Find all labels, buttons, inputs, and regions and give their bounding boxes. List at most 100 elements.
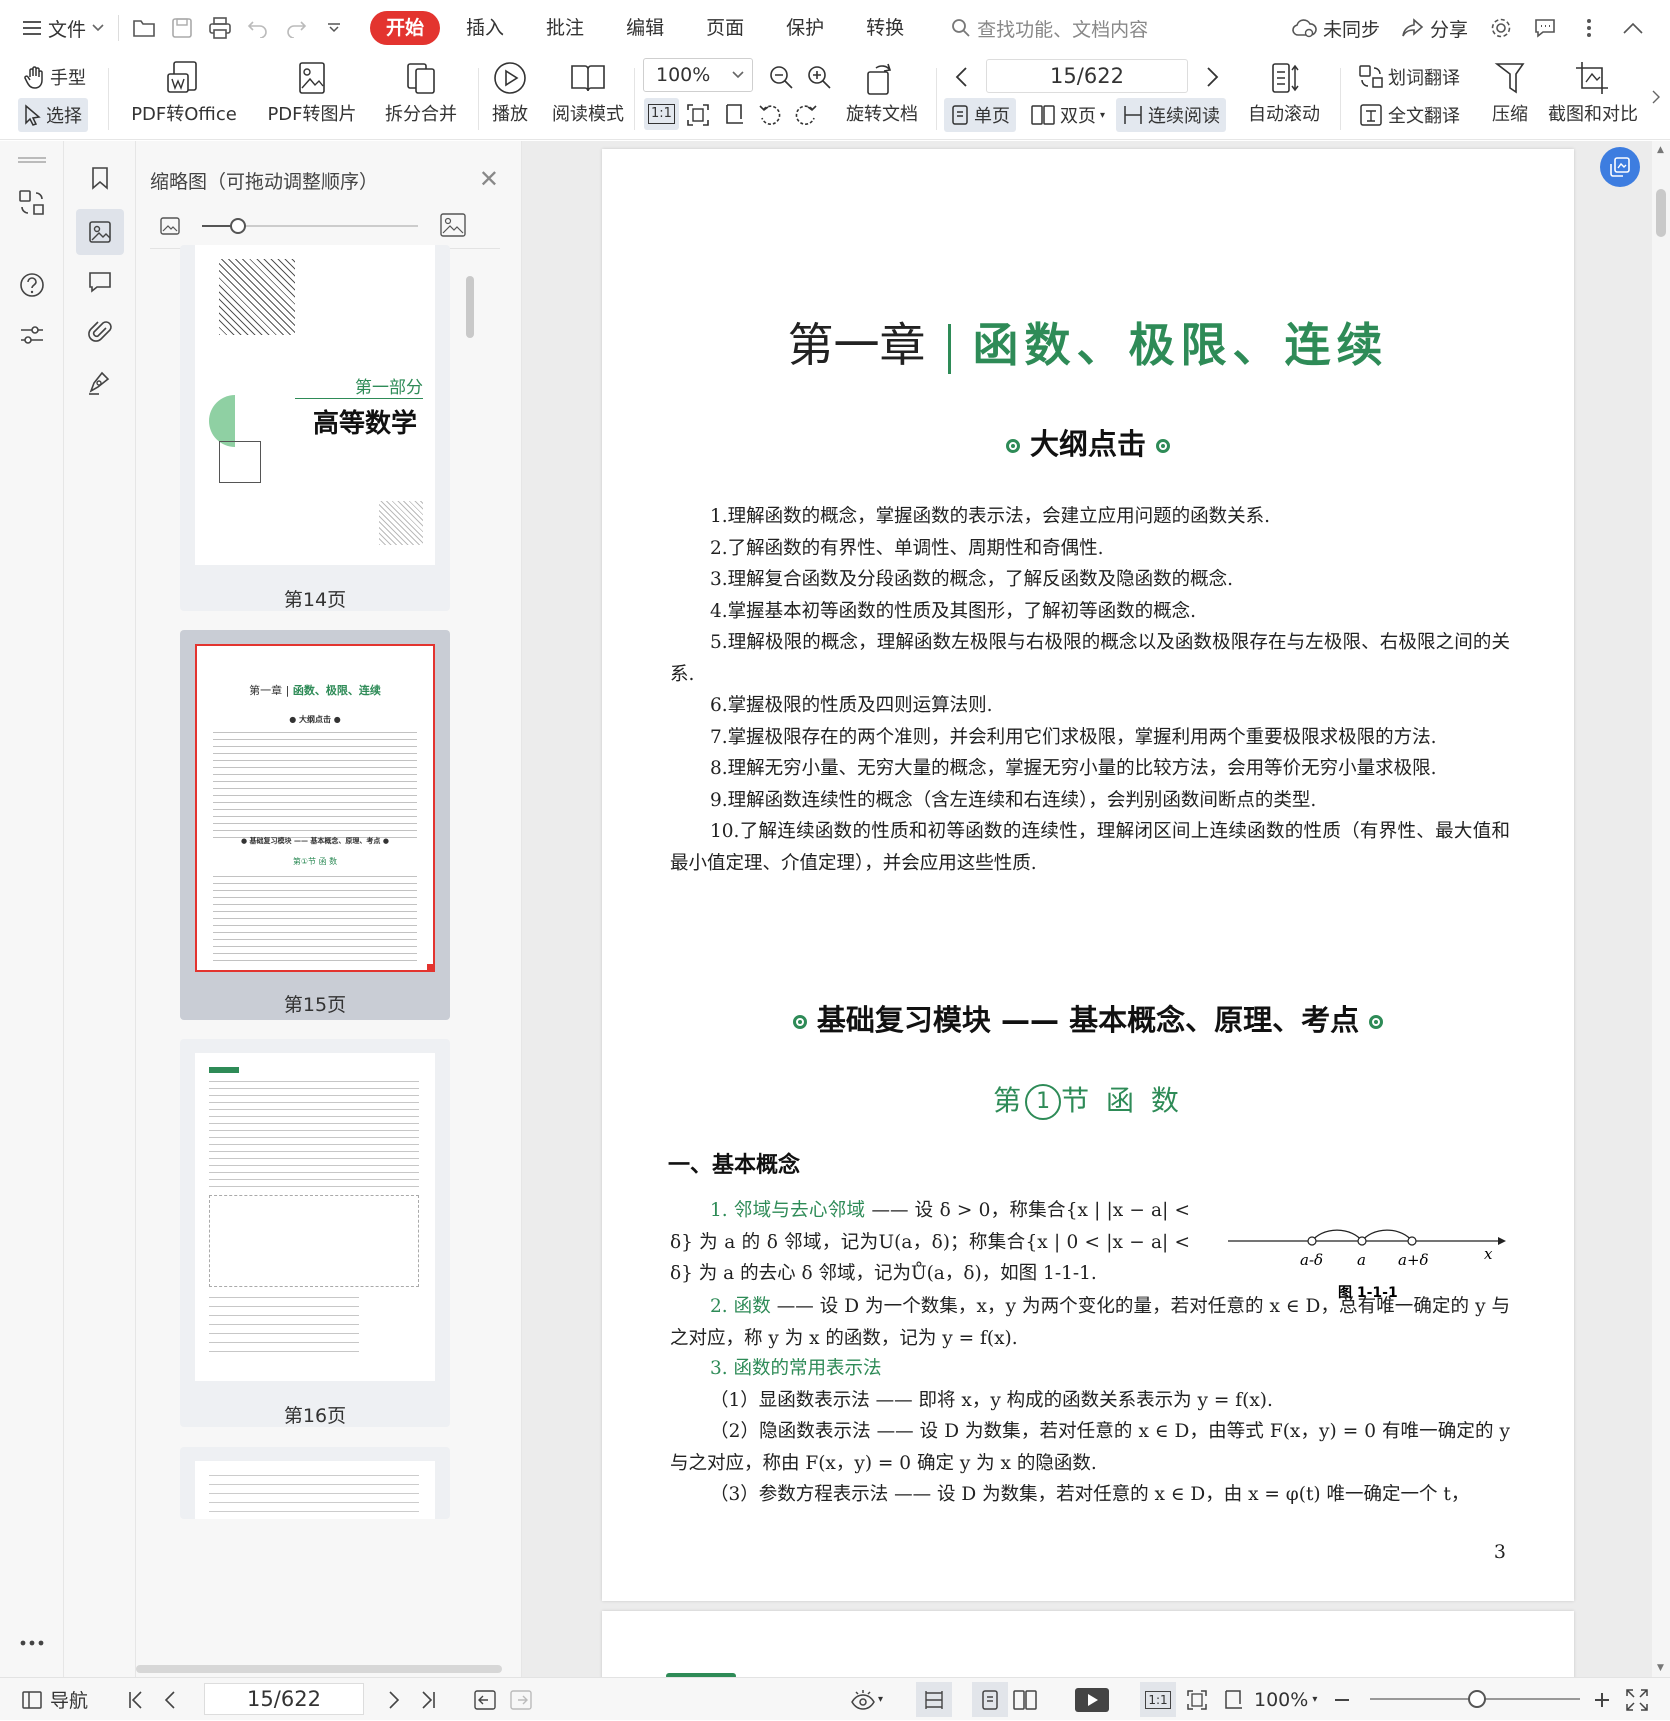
scroll-up-arrow[interactable]: ▲	[1657, 145, 1664, 155]
tab-protect[interactable]: 保护	[770, 11, 840, 45]
thumbnail-icon[interactable]	[76, 209, 124, 255]
tab-page[interactable]: 页面	[690, 11, 760, 45]
tab-start[interactable]: 开始	[370, 11, 441, 45]
full-translate-icon	[1360, 104, 1382, 126]
double-view-button[interactable]	[1012, 1678, 1038, 1721]
large-image-icon[interactable]	[440, 213, 466, 237]
thumbnail-page-17[interactable]	[180, 1447, 450, 1519]
floating-translate-button[interactable]	[1600, 147, 1640, 187]
play-button[interactable]: 播放	[488, 60, 532, 126]
close-icon[interactable]: ✕	[479, 165, 499, 193]
first-page-button[interactable]	[128, 1678, 144, 1721]
annotation-comment-icon[interactable]	[76, 259, 124, 305]
save-icon[interactable]	[163, 8, 201, 48]
rotate-left-button[interactable]	[752, 98, 788, 132]
zoom-select[interactable]: 100%	[643, 58, 753, 92]
select-tool-button[interactable]: 选择	[18, 98, 88, 132]
translate-panel-icon[interactable]	[18, 189, 46, 217]
continuous-read-button[interactable]: 连续阅读	[1116, 98, 1226, 132]
fit-page-button[interactable]	[680, 98, 716, 132]
zoom-select[interactable]: 100% ▾	[1254, 1678, 1317, 1721]
scroll-thumb[interactable]	[1656, 189, 1666, 237]
eye-protection-button[interactable]: ▾	[850, 1678, 883, 1721]
thumbnail-page-15[interactable]: 第一章 | 函数、极限、连续 ● 大纲点击 ● ● 基础复习模块 —— 基本概念…	[180, 630, 450, 1020]
page-number-input[interactable]: 15/622	[204, 1683, 364, 1715]
fit-width-button[interactable]	[716, 98, 752, 132]
slider-handle[interactable]	[230, 218, 246, 234]
zoom-slider-handle[interactable]	[1468, 1690, 1486, 1708]
small-image-icon[interactable]	[160, 217, 180, 235]
more-horizontal-icon[interactable]	[18, 1639, 46, 1647]
scroll-down-arrow[interactable]: ▼	[1657, 1663, 1664, 1673]
navigation-toggle[interactable]: 导航	[22, 1678, 88, 1721]
back-button[interactable]	[474, 1678, 496, 1721]
rotate-right-button[interactable]	[788, 98, 824, 132]
more-vertical-icon[interactable]	[1570, 8, 1608, 48]
open-folder-icon[interactable]	[125, 8, 163, 48]
thumbnail-size-slider[interactable]	[202, 218, 418, 234]
settings-gear-icon[interactable]	[1482, 8, 1520, 48]
mini-dashed-box	[209, 1195, 419, 1287]
quick-access-dropdown-icon[interactable]	[315, 8, 353, 48]
next-page-button[interactable]	[1200, 60, 1226, 94]
forward-button[interactable]	[510, 1678, 532, 1721]
print-icon[interactable]	[201, 8, 239, 48]
share-button[interactable]: 分享	[1394, 8, 1476, 48]
hand-tool-button[interactable]: 手型	[18, 60, 92, 94]
redo-icon[interactable]	[277, 8, 315, 48]
tab-annotate[interactable]: 批注	[530, 11, 600, 45]
fit-width-button[interactable]	[1222, 1678, 1244, 1721]
prev-page-button[interactable]	[164, 1678, 176, 1721]
single-view-button[interactable]	[972, 1682, 1008, 1717]
read-mode-button[interactable]: 阅读模式	[548, 60, 628, 126]
zoom-in-button[interactable]	[1594, 1678, 1610, 1721]
split-merge-button[interactable]: 拆分合并	[376, 60, 466, 126]
pdf-to-office-button[interactable]: PDF转Office	[124, 60, 244, 126]
screenshot-compare-button[interactable]: 截图和对比	[1546, 60, 1640, 126]
adjust-settings-icon[interactable]	[18, 321, 46, 349]
mini-text-lines-2	[209, 1297, 359, 1357]
attachment-paperclip-icon[interactable]	[76, 309, 124, 355]
pdf-to-image-button[interactable]: PDF转图片	[262, 60, 362, 126]
zoom-out-icon	[770, 66, 793, 89]
play-slideshow-button[interactable]	[1074, 1678, 1110, 1721]
ribbon-scroll-right[interactable]	[1650, 80, 1662, 114]
document-scrollbar[interactable]: ▲ ▼	[1652, 141, 1670, 1677]
thumbnail-scrollbar[interactable]	[466, 276, 474, 338]
page-number-input[interactable]: 15/622	[986, 59, 1188, 93]
zoom-in-button[interactable]	[800, 60, 838, 94]
word-translate-button[interactable]: 划词翻译	[1352, 60, 1466, 94]
thumbnail-page-14[interactable]: 第一部分 高等数学 第14页	[180, 245, 450, 611]
fullscreen-button[interactable]	[1626, 1678, 1648, 1721]
bookmark-icon[interactable]	[76, 155, 124, 201]
single-page-button[interactable]: 单页	[944, 98, 1016, 132]
continuous-view-button[interactable]	[916, 1682, 952, 1717]
prev-page-button[interactable]	[948, 60, 974, 94]
actual-size-button[interactable]: 1:1	[644, 98, 679, 130]
sync-button[interactable]: 未同步	[1283, 8, 1388, 48]
next-page-button[interactable]	[388, 1678, 400, 1721]
last-page-button[interactable]	[420, 1678, 436, 1721]
zoom-out-button[interactable]	[1334, 1678, 1350, 1721]
help-icon[interactable]	[18, 271, 46, 299]
signature-pen-icon[interactable]	[76, 359, 124, 405]
search-box[interactable]: 查找功能、文档内容	[951, 15, 1148, 42]
actual-size-button[interactable]: 1:1	[1140, 1682, 1176, 1717]
tab-insert[interactable]: 插入	[450, 11, 520, 45]
auto-scroll-button[interactable]: 自动滚动	[1240, 60, 1328, 126]
comment-bubble-icon[interactable]	[1526, 8, 1564, 48]
file-menu[interactable]: 文件	[14, 8, 112, 48]
thumbnail-page-16[interactable]: 第16页	[180, 1039, 450, 1427]
zoom-out-button[interactable]	[762, 60, 800, 94]
collapse-ribbon-icon[interactable]	[1614, 8, 1652, 48]
full-translate-button[interactable]: 全文翻译	[1352, 98, 1466, 132]
thumbnail-hscrollbar[interactable]	[136, 1665, 502, 1673]
fit-page-button[interactable]	[1186, 1678, 1208, 1721]
rotate-document-button[interactable]: 旋转文档	[842, 60, 922, 126]
zoom-slider[interactable]	[1370, 1690, 1580, 1708]
tab-edit[interactable]: 编辑	[610, 11, 680, 45]
undo-icon[interactable]	[239, 8, 277, 48]
compress-button[interactable]: 压缩	[1486, 60, 1534, 126]
tab-convert[interactable]: 转换	[850, 11, 920, 45]
double-page-button[interactable]: 双页 ▾	[1024, 98, 1111, 132]
